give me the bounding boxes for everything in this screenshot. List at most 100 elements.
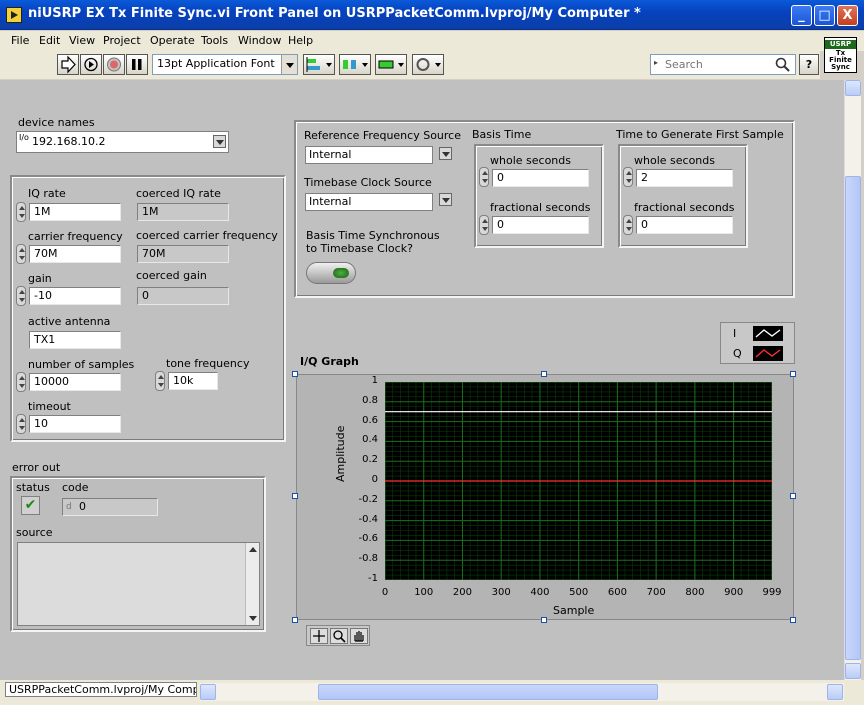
device-names-control[interactable]: I/o 192.168.10.2 (16, 131, 229, 153)
selection-handle[interactable] (541, 617, 547, 623)
basis-sync-toggle[interactable] (306, 262, 356, 284)
coerced-carrier-indicator: 70M (137, 245, 229, 263)
scroll-down-icon[interactable] (249, 616, 257, 621)
scroll-up-button[interactable] (845, 80, 861, 96)
timebase-dropdown-icon[interactable] (439, 193, 452, 206)
reorder-button[interactable] (412, 54, 444, 75)
plot-legend[interactable]: I Q (720, 322, 795, 364)
tone-frequency-stepper[interactable] (155, 371, 165, 391)
iq-rate-label: IQ rate (28, 187, 66, 200)
menu-help[interactable]: Help (288, 34, 313, 47)
error-source-scrollbar[interactable] (245, 543, 259, 625)
window-title: niUSRP EX Tx Finite Sync.vi Front Panel … (28, 6, 641, 21)
first-frac-seconds-input[interactable]: 0 (636, 216, 733, 234)
distribute-objects-button[interactable] (339, 54, 371, 75)
first-frac-stepper[interactable] (623, 215, 633, 235)
basis-frac-seconds-input[interactable]: 0 (492, 216, 589, 234)
font-select[interactable]: 13pt Application Font (152, 54, 298, 75)
y-tick-label: 0.2 (362, 454, 378, 466)
gain-input[interactable]: -10 (29, 287, 121, 305)
selection-handle[interactable] (292, 617, 298, 623)
tone-frequency-label: tone frequency (166, 357, 250, 370)
carrier-frequency-input[interactable]: 70M (29, 245, 121, 263)
run-continuously-button[interactable] (80, 54, 102, 75)
selection-handle[interactable] (292, 371, 298, 377)
gain-stepper[interactable] (16, 286, 26, 306)
maximize-button[interactable]: □ (814, 5, 835, 26)
menu-tools[interactable]: Tools (201, 34, 228, 47)
menu-bar: File Edit View Project Operate Tools Win… (0, 31, 864, 51)
number-of-samples-stepper[interactable] (16, 372, 26, 392)
timebase-clock-source-select[interactable]: Internal (305, 193, 433, 211)
search-field[interactable]: ▸ (650, 54, 796, 75)
iq-rate-stepper[interactable] (16, 202, 26, 222)
basis-frac-seconds-label: fractional seconds (490, 201, 591, 214)
basis-sync-label-1: Basis Time Synchronous (306, 229, 440, 242)
ref-freq-dropdown-icon[interactable] (439, 147, 452, 160)
y-tick-label: 0.6 (362, 414, 378, 426)
scroll-up-icon[interactable] (249, 547, 257, 552)
search-input[interactable] (663, 57, 771, 72)
toggle-led-icon (333, 268, 349, 278)
tone-frequency-input[interactable]: 10k (168, 372, 218, 390)
selection-handle[interactable] (292, 493, 298, 499)
abort-button[interactable] (103, 54, 125, 75)
menu-edit[interactable]: Edit (39, 34, 60, 47)
ref-freq-source-select[interactable]: Internal (305, 146, 433, 164)
menu-window[interactable]: Window (238, 34, 281, 47)
vertical-scrollbar[interactable] (844, 80, 861, 680)
menu-operate[interactable]: Operate (150, 34, 195, 47)
iq-rate-input[interactable]: 1M (29, 203, 121, 221)
context-help-button[interactable]: ? (799, 54, 819, 75)
selection-handle[interactable] (790, 493, 796, 499)
scroll-left-button[interactable] (200, 684, 216, 700)
scroll-right-button[interactable] (827, 684, 843, 700)
x-tick-label: 500 (569, 587, 589, 598)
selection-handle[interactable] (541, 371, 547, 377)
carrier-frequency-stepper[interactable] (16, 244, 26, 264)
first-whole-seconds-input[interactable]: 2 (636, 169, 733, 187)
timeout-stepper[interactable] (16, 414, 26, 434)
error-out-label: error out (12, 461, 61, 474)
menu-view[interactable]: View (69, 34, 95, 47)
x-tick-label: 999 (762, 587, 782, 598)
toolbar: 13pt Application Font ▸ ? (0, 51, 820, 79)
number-of-samples-input[interactable]: 10000 (29, 373, 121, 391)
menu-file[interactable]: File (11, 34, 29, 47)
basis-frac-stepper[interactable] (479, 215, 489, 235)
close-button[interactable]: X (837, 5, 858, 26)
horizontal-scroll-thumb[interactable] (318, 684, 658, 700)
active-antenna-input[interactable]: TX1 (29, 331, 121, 349)
basis-whole-seconds-input[interactable]: 0 (492, 169, 589, 187)
legend-line-i-icon (755, 329, 781, 338)
font-select-value: 13pt Application Font (157, 57, 275, 70)
zoom-tool-button[interactable] (330, 628, 348, 644)
labview-app-icon (6, 7, 22, 23)
run-button[interactable] (57, 54, 79, 75)
vi-icon[interactable]: USRP Tx Finite Sync (824, 37, 857, 73)
menu-project[interactable]: Project (103, 34, 141, 47)
pause-button[interactable] (126, 54, 148, 75)
vertical-scroll-thumb[interactable] (845, 176, 861, 660)
first-whole-stepper[interactable] (623, 167, 633, 187)
resize-objects-button[interactable] (375, 54, 407, 75)
horizontal-scrollbar[interactable] (200, 683, 844, 701)
y-tick-label: -0.8 (358, 553, 378, 565)
timeout-input[interactable]: 10 (29, 415, 121, 433)
plot-area[interactable] (384, 381, 773, 581)
search-icon[interactable] (775, 57, 791, 73)
scroll-down-button[interactable] (845, 663, 861, 679)
title-bar: niUSRP EX Tx Finite Sync.vi Front Panel … (0, 0, 864, 30)
basis-whole-stepper[interactable] (479, 167, 489, 187)
error-source-textbox[interactable] (17, 542, 260, 626)
x-tick-label: 800 (685, 587, 705, 598)
cursor-tool-button[interactable] (310, 628, 328, 644)
coerced-carrier-label: coerced carrier frequency (136, 229, 278, 242)
device-dropdown-icon[interactable] (213, 135, 226, 148)
pan-tool-button[interactable] (350, 628, 368, 644)
selection-handle[interactable] (790, 371, 796, 377)
selection-handle[interactable] (790, 617, 796, 623)
minimize-button[interactable]: _ (791, 5, 812, 26)
search-expand-icon: ▸ (654, 58, 659, 67)
align-objects-button[interactable] (303, 54, 335, 75)
